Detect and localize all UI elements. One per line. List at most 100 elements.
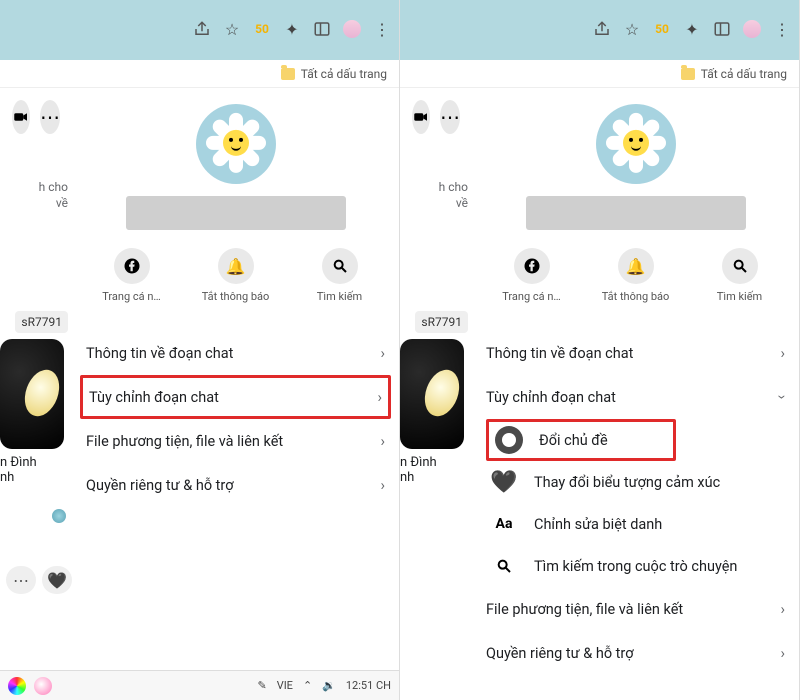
search-icon [322,248,358,284]
search-action[interactable]: Tìm kiếm [704,248,776,303]
sub-search-in-chat[interactable]: Tìm kiếm trong cuộc trò chuyện [486,545,785,587]
daisy-icon [608,115,664,171]
profile-action[interactable]: Trang cá n… [96,248,168,303]
mute-action[interactable]: 🔔 Tắt thông báo [600,248,672,303]
search-icon [490,552,518,580]
sub-change-theme[interactable]: Đổi chủ đề [486,419,676,461]
puzzle-icon[interactable]: ✦ [283,20,301,38]
lang-indicator[interactable]: VIE [277,679,293,692]
sound-icon[interactable]: 🔉 [322,679,336,692]
facebook-icon [514,248,550,284]
bookmarks-bar: Tất cả dấu trang [400,60,799,88]
taskbar: ✎ VIE ⌃ 🔉 12:51 CH [0,670,399,700]
bookmarks-all-label[interactable]: Tất cả dấu trang [701,67,787,81]
mute-action-label: Tắt thông báo [602,290,670,303]
username-block [526,196,746,230]
more-button[interactable]: ⋯ [40,100,60,134]
share-icon[interactable] [593,20,611,38]
chat-strip: ⋯ h cho về sR7791 n Đìnhnh ⋯ 🖤 [0,88,72,670]
chat-chip[interactable]: sR7791 [15,311,68,333]
seen-avatar-icon [52,509,66,523]
chevron-right-icon: › [380,476,385,494]
bookmarks-bar: Tất cả dấu trang [0,60,399,88]
user-avatar[interactable] [596,104,676,184]
puzzle-icon[interactable]: ✦ [683,20,701,38]
search-action[interactable]: Tìm kiếm [304,248,376,303]
chat-chip[interactable]: sR7791 [415,311,468,333]
more-icon[interactable]: ⋮ [373,20,391,38]
chevron-right-icon: › [780,344,785,362]
image-thumbnail[interactable] [0,339,64,449]
chat-settings-panel: Trang cá n… 🔔 Tắt thông báo Tìm kiếm Thô… [72,88,399,670]
ext-icon-1[interactable]: 50 [653,20,671,38]
search-action-label: Tìm kiếm [317,290,362,303]
hint-text: h cho [4,180,68,196]
menu-chat-info[interactable]: Thông tin về đoạn chat › [86,331,385,375]
menu-chat-info-label: Thông tin về đoạn chat [86,345,233,362]
hint-text-2: về [4,196,68,212]
chevron-right-icon: › [377,388,382,406]
hint-text-2: về [404,196,468,212]
menu-chat-info-label: Thông tin về đoạn chat [486,345,633,362]
mute-action-label: Tắt thông báo [202,290,270,303]
wifi-icon[interactable]: ⌃ [303,679,312,692]
name-fragment: n Đìnhnh [400,455,472,485]
star-icon[interactable]: ☆ [223,20,241,38]
sub-search-in-chat-label: Tìm kiếm trong cuộc trò chuyện [534,558,737,575]
menu-customize[interactable]: Tùy chỉnh đoạn chat › [80,375,391,419]
star-icon[interactable]: ☆ [623,20,641,38]
share-icon[interactable] [193,20,211,38]
more-button[interactable]: ⋯ [440,100,460,134]
chevron-right-icon: › [380,432,385,450]
sub-change-theme-label: Đổi chủ đề [539,432,608,449]
sidepanel-icon[interactable] [713,20,731,38]
sub-change-emoji[interactable]: 🖤 Thay đổi biểu tượng cảm xúc [486,461,785,503]
profile-avatar-icon[interactable] [743,20,761,38]
taskbar-app-icon-2[interactable] [34,677,52,695]
browser-chrome: ☆ 50 ✦ ⋮ [0,0,399,60]
image-thumbnail[interactable] [400,339,464,449]
bookmarks-all-label[interactable]: Tất cả dấu trang [301,67,387,81]
menu-privacy[interactable]: Quyền riêng tư & hỗ trợ › [486,631,785,675]
taskbar-app-icon[interactable] [8,677,26,695]
mute-action[interactable]: 🔔 Tắt thông báo [200,248,272,303]
menu-customize-label: Tùy chỉnh đoạn chat [89,389,219,406]
clock[interactable]: 12:51 CH [346,679,391,692]
daisy-icon [208,115,264,171]
chat-strip: ⋯ h cho về sR7791 n Đìnhnh [400,88,472,700]
video-call-button[interactable] [12,100,30,134]
hint-text: h cho [404,180,468,196]
video-call-button[interactable] [412,100,430,134]
menu-privacy[interactable]: Quyền riêng tư & hỗ trợ › [86,463,385,507]
chat-settings-panel: Trang cá n… 🔔 Tắt thông báo Tìm kiếm Thô… [472,88,799,700]
sub-edit-nickname-label: Chỉnh sửa biệt danh [534,516,662,533]
menu-media[interactable]: File phương tiện, file và liên kết › [486,587,785,631]
menu-privacy-label: Quyền riêng tư & hỗ trợ [86,477,234,494]
bell-icon: 🔔 [218,248,254,284]
username-block [126,196,346,230]
browser-chrome: ☆ 50 ✦ ⋮ [400,0,799,60]
profile-action[interactable]: Trang cá n… [496,248,568,303]
sub-edit-nickname[interactable]: Aa Chỉnh sửa biệt danh [486,503,785,545]
user-avatar[interactable] [196,104,276,184]
search-action-label: Tìm kiếm [717,290,762,303]
menu-privacy-label: Quyền riêng tư & hỗ trợ [486,645,634,662]
profile-avatar-icon[interactable] [343,20,361,38]
sidepanel-icon[interactable] [313,20,331,38]
menu-media-label: File phương tiện, file và liên kết [486,601,683,618]
chevron-right-icon: › [780,644,785,662]
menu-media[interactable]: File phương tiện, file và liên kết › [86,419,385,463]
facebook-icon [114,248,150,284]
search-icon [722,248,758,284]
menu-chat-info[interactable]: Thông tin về đoạn chat › [486,331,785,375]
more-icon[interactable]: ⋮ [773,20,791,38]
feather-icon[interactable]: ✎ [257,679,266,692]
profile-action-label: Trang cá n… [502,290,561,303]
chevron-right-icon: › [780,600,785,618]
heart-icon: 🖤 [490,468,518,496]
menu-customize[interactable]: Tùy chỉnh đoạn chat › [486,375,785,419]
ext-icon-1[interactable]: 50 [253,20,271,38]
reaction-heart-button[interactable]: 🖤 [42,566,72,594]
chevron-right-icon: › [380,344,385,362]
folder-icon [681,68,695,80]
